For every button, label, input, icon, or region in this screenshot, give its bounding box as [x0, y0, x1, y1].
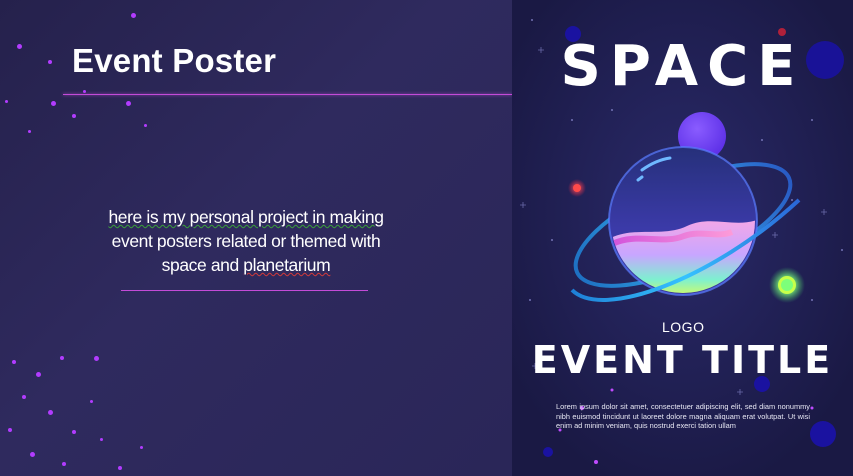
decor-dot: [48, 60, 52, 64]
decor-dot: [51, 101, 56, 106]
poster-description: Lorem ipsum dolor sit amet, consectetuer…: [556, 402, 810, 430]
decor-dot: [28, 130, 31, 133]
decor-dot: [8, 428, 12, 432]
decor-dot: [22, 395, 26, 399]
title-divider: [63, 94, 512, 95]
decor-dot: [17, 44, 22, 49]
event-poster-image[interactable]: SPACE LOGO EVENT TITLE Lorem ipsum dolor…: [512, 0, 853, 476]
decor-dot: [131, 13, 136, 18]
decor-dot: [12, 360, 16, 364]
decor-dot: [72, 430, 76, 434]
slide-body-text[interactable]: here is my personal project in making ev…: [86, 205, 406, 277]
body-divider: [121, 290, 368, 291]
poster-event-title: EVENT TITLE: [531, 338, 834, 382]
decor-dot: [94, 356, 99, 361]
decor-dot: [30, 452, 35, 457]
decor-dot: [72, 114, 76, 118]
decor-dot: [100, 438, 103, 441]
decor-dot: [90, 400, 93, 403]
decor-dot: [140, 446, 143, 449]
poster-heading: SPACE: [560, 34, 805, 99]
decor-dot: [5, 100, 8, 103]
decor-dot: [36, 372, 41, 377]
decor-dot: [144, 124, 147, 127]
body-line-3: space and planetarium: [161, 255, 331, 275]
poster-logo-text: LOGO: [662, 319, 705, 335]
body-line-1: here is my personal project in making: [108, 207, 384, 227]
decor-dot: [48, 410, 53, 415]
decor-dot: [62, 462, 66, 466]
slide-content-area: Event Poster here is my personal project…: [0, 0, 512, 476]
decor-dot: [118, 466, 122, 470]
decor-dot: [83, 90, 86, 93]
body-line-2: event posters related or themed with: [111, 231, 381, 251]
decor-dot: [60, 356, 64, 360]
decor-dot: [126, 101, 131, 106]
slide-title[interactable]: Event Poster: [72, 42, 276, 80]
